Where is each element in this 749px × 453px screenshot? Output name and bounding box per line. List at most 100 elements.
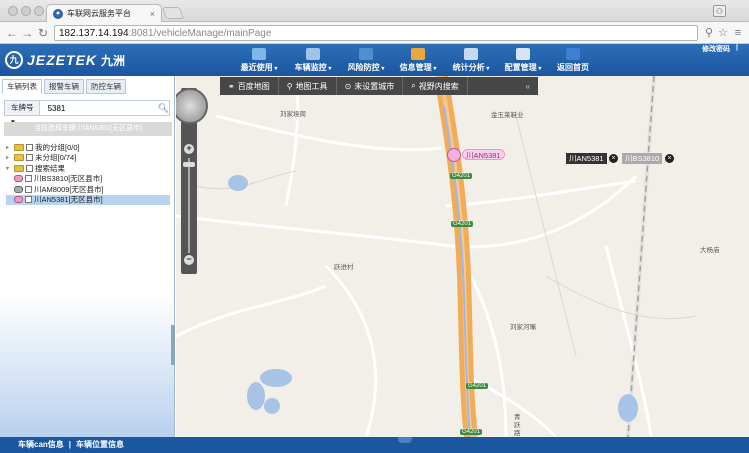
new-tab-button[interactable] [161, 7, 185, 19]
search-icon: ⌕ [411, 81, 416, 90]
tree-node-ungrouped[interactable]: ▸ 未分组[0/74] [6, 153, 170, 164]
bookmark-star-icon[interactable]: ☆ [716, 25, 730, 41]
menu-info-management-label: 信息管理 [399, 63, 432, 72]
menu-info-management[interactable]: 信息管理 ▾ [397, 48, 439, 74]
car-icon [14, 175, 23, 183]
info-icon [411, 48, 425, 60]
menu-statistics[interactable]: 统计分析 ▾ [450, 48, 492, 74]
zoom-out-button[interactable]: − [184, 255, 194, 265]
close-icon[interactable]: × [609, 154, 618, 163]
zoom-slider-thumb[interactable] [183, 162, 195, 167]
baidu-map-label: 百度地图 [237, 81, 270, 91]
menu-home-label: 返回首页 [557, 63, 589, 72]
menu-vehicle-monitor-label: 车辆监控 [294, 63, 327, 72]
map-label: 大杨庙 [700, 247, 720, 254]
chevron-down-icon: ▾ [379, 66, 385, 72]
footer-collapse-handle[interactable] [398, 437, 412, 443]
browser-tab[interactable]: ● 车联网云服务平台 × [46, 4, 162, 22]
vehicle-can-info-link[interactable]: 车辆can信息 [18, 440, 64, 449]
menu-icon[interactable]: ≡ [731, 25, 745, 41]
chevron-down-icon: ▾ [272, 66, 278, 72]
expand-icon[interactable]: ▸ [6, 154, 12, 161]
logo-mark-icon: 九 [5, 51, 23, 69]
zoom-slider-track[interactable] [188, 158, 190, 253]
city-label: 未设置城市 [354, 81, 395, 91]
left-tabs: 车辆列表 报警车辆 防控车辆 [0, 79, 126, 94]
car-icon [14, 196, 23, 204]
road-shield: G4201 [451, 221, 474, 227]
vehicle-tag[interactable]: 川BS3810 [622, 153, 663, 164]
menu-recent[interactable]: 最近使用 ▾ [238, 48, 280, 74]
close-window-dot[interactable] [8, 6, 18, 16]
close-icon[interactable]: × [665, 154, 674, 163]
menu-config-management[interactable]: 配置管理 ▾ [502, 48, 544, 74]
zoom-in-button[interactable]: + [184, 144, 194, 154]
menu-risk-control[interactable]: 风险防控 ▾ [345, 48, 387, 74]
tree-vehicle-label: 川AN5381[无区县市] [34, 195, 103, 205]
checkbox[interactable] [25, 185, 32, 193]
expand-icon[interactable]: ▸ [6, 144, 12, 151]
menu-home[interactable]: 返回首页 [554, 48, 592, 74]
wrench-icon[interactable]: ⚲ [702, 25, 716, 41]
road-shield: G4201 [466, 383, 489, 389]
maximize-window-dot[interactable] [34, 6, 44, 16]
forward-icon[interactable]: → [19, 25, 35, 41]
back-icon[interactable]: ← [4, 25, 20, 41]
tree-vehicle-item-selected[interactable]: 川AN5381[无区县市] [6, 194, 170, 205]
tab-alarm-vehicles[interactable]: 报警车辆 [44, 79, 84, 94]
collapse-icon[interactable]: ▾ [6, 165, 12, 172]
search-icon[interactable]: 🔍︎ [158, 103, 169, 114]
collapse-toolbar-button[interactable]: « [518, 77, 538, 95]
map-area[interactable]: ⚭ 百度地图 ⚲ 地图工具 ⊙ 未设置城市 ⌕ 视野内搜索 « + − 刘家境周 金玉莱… [176, 76, 749, 437]
road-shield: G4201 [450, 173, 473, 179]
vehicle-marker-icon[interactable] [447, 148, 461, 162]
close-tab-icon[interactable]: × [150, 9, 155, 19]
tab-control-vehicles[interactable]: 防控车辆 [86, 79, 126, 94]
browser-toolbar: ← → ↻ 182.137.14.194:8081/vehicleManage/… [0, 22, 749, 44]
app-header: 九 JEZETEK 九洲 最近使用 ▾ 车辆监控 ▾ 风险防控 ▾ 信息管理 ▾… [0, 44, 749, 76]
address-bar[interactable]: 182.137.14.194:8081/vehicleManage/mainPa… [54, 25, 698, 41]
tree-node-label: 我的分组[0/0] [35, 142, 80, 152]
panel-collapse-handle[interactable] [171, 325, 175, 365]
vehicle-location-info-link[interactable]: 车辆位置信息 [76, 440, 124, 449]
tree-node-my-groups[interactable]: ▸ 我的分组[0/0] [6, 142, 170, 153]
menu-risk-control-label: 风险防控 [347, 63, 380, 72]
chevron-down-icon: ▾ [431, 66, 437, 72]
recent-icon [252, 48, 266, 60]
viewport-search-button[interactable]: ⌕ 视野内搜索 [403, 77, 468, 95]
map-toolbar: ⚭ 百度地图 ⚲ 地图工具 ⊙ 未设置城市 ⌕ 视野内搜索 « [220, 77, 538, 95]
map-tools-button[interactable]: ⚲ 地图工具 [279, 77, 337, 95]
menu-vehicle-monitor[interactable]: 车辆监控 ▾ [292, 48, 334, 74]
tree-node-label: 搜索结果 [35, 163, 65, 173]
change-password-link[interactable]: 修改密码 [702, 44, 730, 54]
map-navigation-control: + − [176, 88, 208, 274]
tree-node-search-results[interactable]: ▾ 搜索结果 [6, 163, 170, 174]
chevron-down-icon: ▾ [484, 66, 490, 72]
baidu-map-button[interactable]: ⚭ 百度地图 [220, 77, 279, 95]
tab-vehicle-list[interactable]: 车辆列表 [2, 79, 42, 94]
map-label: 刘家境周 [280, 111, 306, 118]
search-type-select[interactable]: 车牌号 ▾ [5, 101, 40, 126]
checkbox[interactable] [26, 143, 33, 151]
vehicle-tag[interactable]: 川AN5381 [462, 149, 505, 160]
checkbox[interactable] [26, 154, 33, 162]
reload-icon[interactable]: ↻ [35, 25, 51, 41]
checkbox[interactable] [25, 175, 32, 183]
map-label: 金玉莱鞋业 [491, 112, 524, 119]
tree-vehicle-item[interactable]: 川AM8009[无区县市] [6, 184, 170, 195]
checkbox[interactable] [26, 164, 33, 172]
selected-vehicle-label: 当前选择车辆:川AN5381[无区县市] [4, 122, 172, 136]
footer-divider: | [68, 440, 72, 449]
tree-vehicle-item[interactable]: 川BS3810[无区县市] [6, 174, 170, 185]
folder-icon [14, 154, 24, 162]
header-divider: | [736, 44, 738, 51]
menu-recent-label: 最近使用 [240, 63, 273, 72]
user-profile-icon[interactable]: ⚇ [713, 5, 726, 17]
vehicle-tag[interactable]: 川AN5381 [566, 153, 607, 164]
minimize-window-dot[interactable] [21, 6, 31, 16]
city-button[interactable]: ⊙ 未设置城市 [337, 77, 404, 95]
search-input[interactable] [39, 101, 158, 115]
logo: 九 JEZETEK 九洲 [5, 51, 125, 69]
checkbox[interactable] [25, 196, 32, 204]
chevron-down-icon: ▾ [536, 66, 542, 72]
